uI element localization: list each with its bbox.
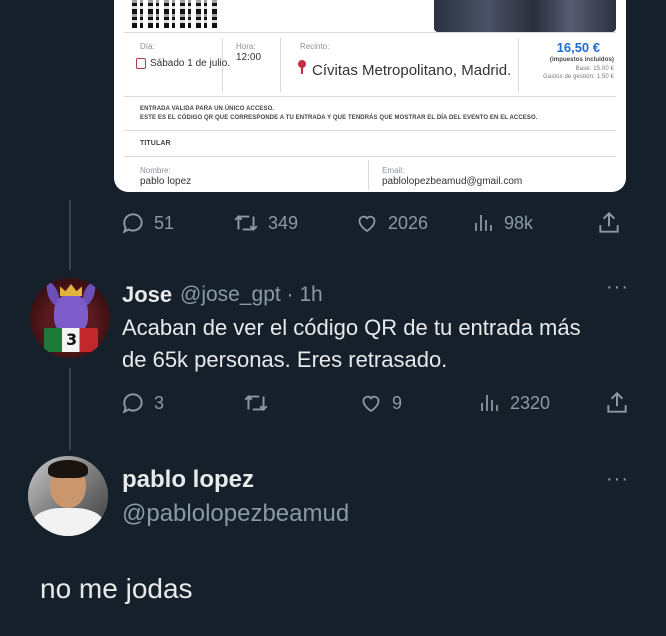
share-button[interactable] [596, 208, 622, 238]
avatar[interactable] [28, 456, 108, 536]
reply-button[interactable]: 3 [120, 388, 164, 418]
thread-line [69, 200, 71, 270]
calendar-icon [136, 58, 146, 69]
retweet-button[interactable]: 349 [232, 208, 298, 238]
ticket-image[interactable]: Día: Sábado 1 de julio. Hora: 12:00 Reci… [114, 0, 626, 192]
entrada-line2: ESTE ES EL CÓDIGO QR QUE CORRESPONDE A T… [140, 115, 538, 121]
price-note: (impuestos incluidos) [549, 57, 614, 63]
views-icon [481, 395, 498, 411]
more-icon[interactable]: ··· [606, 276, 629, 299]
reply-count: 51 [154, 212, 175, 233]
display-name[interactable]: pablo lopez [122, 466, 254, 494]
entrada-line1: ENTRADA VALIDA PARA UN ÚNICO ACCESO. [140, 106, 275, 112]
like-count: 2026 [388, 212, 429, 233]
retweet-button[interactable] [242, 388, 270, 418]
like-button[interactable]: 9 [358, 388, 402, 418]
retweet-icon [244, 395, 268, 411]
ticket-price: 16,50 € [556, 40, 600, 55]
like-icon [358, 215, 376, 233]
retweet-icon [234, 215, 258, 231]
reply-icon [122, 213, 143, 234]
more-icon[interactable]: ··· [606, 468, 629, 491]
hora-value: 12:00 [236, 52, 262, 63]
reply-icon [122, 393, 143, 414]
reply-button[interactable]: 51 [120, 208, 174, 238]
hora-label: Hora: [236, 42, 256, 51]
email-label: Email: [382, 166, 405, 175]
views-button[interactable]: 2320 [478, 388, 550, 418]
thread-line [69, 368, 71, 450]
views-count: 2320 [510, 392, 551, 413]
like-icon [362, 395, 380, 413]
display-name[interactable]: Jose [122, 282, 172, 308]
recinto-value: Cívitas Metropolitano, Madrid. [312, 62, 512, 79]
tweet-actions: 51 349 2026 98k [120, 208, 640, 238]
tweet-actions: 3 9 2320 [120, 388, 640, 418]
views-icon [475, 215, 492, 231]
location-pin-icon [298, 60, 306, 74]
views-count: 98k [504, 212, 534, 233]
nombre-label: Nombre: [140, 166, 171, 175]
share-icon [599, 211, 619, 233]
titular-label: TITULAR [140, 140, 171, 147]
share-button[interactable] [604, 388, 630, 418]
email-value: pablolopezbeamud@gmail.com [382, 176, 523, 187]
retweet-count: 349 [268, 212, 299, 233]
event-photo [434, 0, 616, 32]
nombre-value: pablo lopez [140, 176, 192, 187]
handle-and-time[interactable]: @jose_gpt · 1h [180, 283, 323, 307]
recinto-label: Recinto: [300, 42, 330, 51]
dia-value: Sábado 1 de julio. [150, 58, 231, 69]
like-button[interactable]: 2026 [354, 208, 428, 238]
avatar[interactable]: 3 [30, 278, 110, 358]
tweet-text: no me jodas [40, 573, 193, 604]
like-count: 9 [392, 392, 403, 413]
share-icon [607, 391, 627, 413]
handle[interactable]: @pablolopezbeamud [122, 500, 349, 528]
tweet-text: Acaban de ver el código QR de tu entrada… [122, 315, 581, 372]
price-gastos: Gastos de gestión: 1.50 € [543, 74, 614, 80]
views-button[interactable]: 98k [472, 208, 533, 238]
price-base: Base: 15.00 € [575, 66, 614, 72]
reply-count: 3 [154, 392, 165, 413]
dia-label: Día: [140, 42, 155, 51]
